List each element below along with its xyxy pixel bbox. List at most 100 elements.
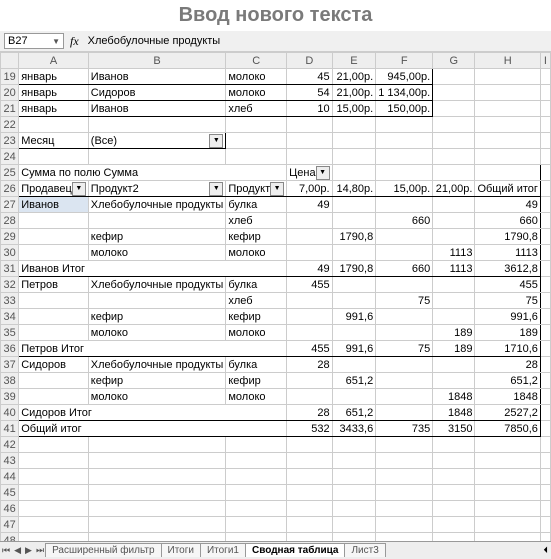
cell[interactable]	[376, 533, 433, 542]
filter-label[interactable]: Месяц	[19, 133, 89, 149]
cell[interactable]	[376, 485, 433, 501]
cell[interactable]: 651,2	[332, 405, 376, 421]
cell[interactable]	[475, 533, 540, 542]
cell[interactable]	[19, 501, 89, 517]
cell[interactable]: 991,6	[332, 341, 376, 357]
row-header[interactable]: 35	[1, 325, 19, 341]
cell[interactable]	[19, 453, 89, 469]
cell[interactable]: 455	[287, 277, 332, 293]
cell[interactable]	[226, 501, 287, 517]
cell[interactable]	[332, 533, 376, 542]
cell[interactable]	[540, 229, 550, 245]
cell[interactable]: 651,2	[475, 373, 540, 389]
cell[interactable]	[19, 469, 89, 485]
cell[interactable]	[475, 165, 540, 181]
col-header[interactable]: G	[433, 53, 475, 69]
pivot-cell[interactable]: молоко	[226, 245, 287, 261]
cell[interactable]	[376, 117, 433, 133]
cell[interactable]	[475, 437, 540, 453]
row-header[interactable]: 19	[1, 69, 19, 85]
cell[interactable]: 28	[287, 405, 332, 421]
cell[interactable]	[376, 133, 433, 149]
cell[interactable]	[540, 389, 550, 405]
row-header[interactable]: 34	[1, 309, 19, 325]
row-header[interactable]: 26	[1, 181, 19, 197]
cell[interactable]	[475, 101, 540, 117]
cell[interactable]	[433, 213, 475, 229]
sheet-tab[interactable]: Итоги1	[200, 543, 246, 557]
cell[interactable]	[332, 133, 376, 149]
cell[interactable]	[540, 373, 550, 389]
pivot-row-field[interactable]: Продавец▼	[19, 181, 89, 197]
cell[interactable]	[332, 293, 376, 309]
cell[interactable]	[540, 341, 550, 357]
pivot-cell[interactable]: Хлебобулочные продукты	[88, 197, 226, 213]
cell[interactable]	[88, 453, 226, 469]
cell[interactable]	[475, 469, 540, 485]
tab-nav-next-icon[interactable]: ▶	[23, 545, 34, 556]
pivot-cell[interactable]: молоко	[226, 325, 287, 341]
pivot-cell[interactable]: кефир	[88, 309, 226, 325]
cell[interactable]: молоко	[226, 69, 287, 85]
row-header[interactable]: 42	[1, 437, 19, 453]
cell[interactable]: хлеб	[226, 101, 287, 117]
cell[interactable]	[540, 245, 550, 261]
pivot-cell[interactable]: хлеб	[226, 293, 287, 309]
cell[interactable]	[433, 277, 475, 293]
cell[interactable]	[287, 517, 332, 533]
cell[interactable]	[332, 165, 376, 181]
cell[interactable]: 49	[287, 197, 332, 213]
cell[interactable]: 3612,8	[475, 261, 540, 277]
pivot-col-field[interactable]: Цена▼	[287, 165, 332, 181]
row-header[interactable]: 41	[1, 421, 19, 437]
cell[interactable]: 1848	[433, 405, 475, 421]
cell[interactable]	[287, 373, 332, 389]
cell[interactable]	[287, 501, 332, 517]
chevron-down-icon[interactable]: ▼	[72, 182, 86, 196]
cell[interactable]: январь	[19, 69, 89, 85]
cell[interactable]	[88, 117, 226, 133]
fx-icon[interactable]: fx	[68, 34, 81, 49]
pivot-row-field[interactable]: Продукт2▼	[88, 181, 226, 197]
cell[interactable]	[376, 469, 433, 485]
cell[interactable]: январь	[19, 101, 89, 117]
cell[interactable]	[433, 165, 475, 181]
cell[interactable]	[433, 85, 475, 101]
cell[interactable]	[287, 229, 332, 245]
pivot-cell[interactable]: булка	[226, 197, 287, 213]
cell[interactable]	[433, 309, 475, 325]
pivot-cell[interactable]: Сидоров Итог	[19, 405, 287, 421]
select-all-cell[interactable]	[1, 53, 19, 69]
row-header[interactable]: 48	[1, 533, 19, 542]
pivot-cell[interactable]	[19, 389, 89, 405]
cell[interactable]: 15,00р.	[332, 101, 376, 117]
cell[interactable]	[332, 437, 376, 453]
cell[interactable]: 7,00р.	[287, 181, 332, 197]
cell[interactable]	[226, 149, 287, 165]
name-box[interactable]: B27 ▼	[4, 33, 64, 49]
cell[interactable]	[88, 501, 226, 517]
cell[interactable]	[376, 405, 433, 421]
row-header[interactable]: 31	[1, 261, 19, 277]
cell[interactable]	[475, 133, 540, 149]
row-header[interactable]: 43	[1, 453, 19, 469]
cell[interactable]	[88, 469, 226, 485]
cell[interactable]	[433, 229, 475, 245]
cell[interactable]	[540, 85, 550, 101]
cell[interactable]	[475, 149, 540, 165]
cell[interactable]	[226, 517, 287, 533]
cell[interactable]	[540, 517, 550, 533]
pivot-row-field[interactable]: Продукт▼	[226, 181, 287, 197]
cell[interactable]	[88, 437, 226, 453]
pivot-cell[interactable]: Хлебобулочные продукты	[88, 357, 226, 373]
pivot-cell[interactable]: булка	[226, 357, 287, 373]
cell[interactable]	[332, 277, 376, 293]
cell[interactable]: 49	[475, 197, 540, 213]
cell[interactable]	[376, 357, 433, 373]
col-header[interactable]: A	[19, 53, 89, 69]
pivot-cell[interactable]: кефир	[226, 229, 287, 245]
cell[interactable]	[19, 149, 89, 165]
cell[interactable]	[376, 389, 433, 405]
pivot-cell[interactable]: Иванов Итог	[19, 261, 287, 277]
pivot-cell[interactable]	[19, 293, 89, 309]
